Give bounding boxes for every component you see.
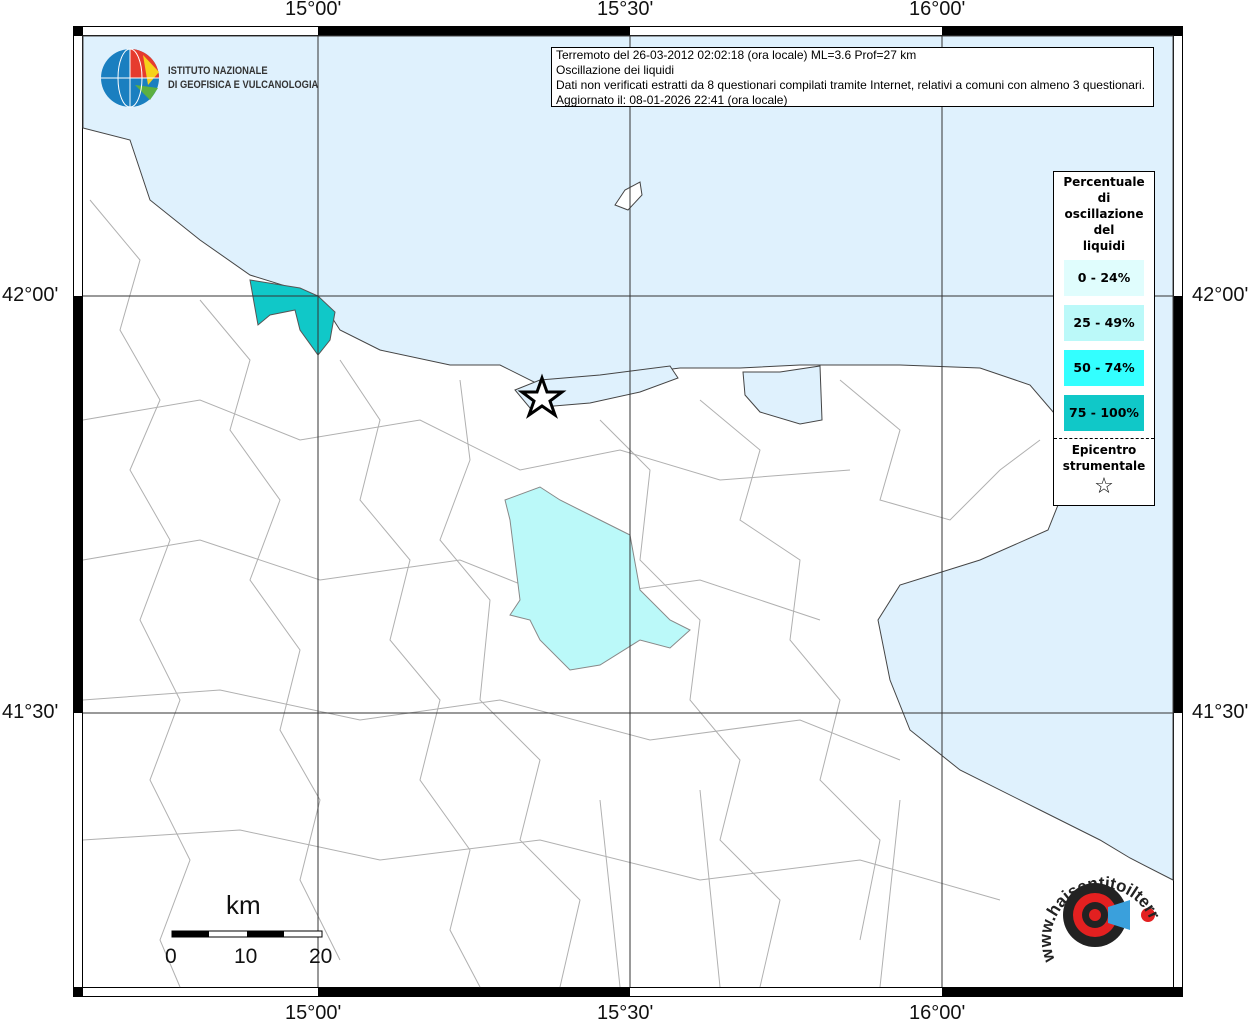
data-note: Dati non verificati estratti da 8 questi… (556, 78, 1145, 92)
lat-tick-right-42-00: 42°00' (1192, 284, 1249, 306)
lat-tick-left-41-30: 41°30' (2, 701, 59, 723)
legend-title-line: Percentuale (1063, 175, 1145, 189)
legend-title-line: del (1093, 223, 1115, 237)
legend: Percentuale di oscillazione del liquidi … (1053, 171, 1155, 506)
watermark-text-ring: www.haisentitoilterremoto.it (1030, 850, 1164, 965)
scale-unit: km (226, 890, 261, 920)
lon-tick-bottom-15-00: 15°00' (285, 1002, 342, 1024)
lon-tick-top-15-00: 15°00' (285, 0, 342, 20)
ingv-logo-icon (101, 48, 159, 108)
map-subject: Oscillazione dei liquidi (556, 63, 675, 77)
lat-tick-left-42-00: 42°00' (2, 284, 59, 306)
scale-label-0: 0 (165, 945, 177, 968)
scale-label-20: 20 (309, 945, 333, 968)
ingv-name-line2: DI GEOFISICA E VULCANOLOGIA (168, 79, 319, 91)
event-summary: Terremoto del 26-03-2012 02:02:18 (ora l… (556, 48, 917, 62)
lon-tick-bottom-15-30: 15°30' (597, 1002, 654, 1024)
updated-timestamp: Aggiornato il: 08-01-2026 22:41 (ora loc… (556, 93, 788, 107)
scale-bar (171, 930, 323, 938)
legend-epicenter: Epicentro strumentale ☆ (1054, 439, 1154, 500)
lon-tick-top-15-30: 15°30' (597, 0, 654, 20)
legend-title-line: di (1097, 191, 1111, 205)
lat-tick-right-41-30: 41°30' (1192, 701, 1249, 723)
legend-title-line: liquidi (1082, 239, 1126, 253)
legend-epicenter-line2: strumentale (1062, 459, 1146, 473)
legend-class-50-74: 50 - 74% (1064, 350, 1144, 386)
ingv-logo-text: ISTITUTO NAZIONALE DI GEOFISICA E VULCAN… (168, 64, 318, 92)
ingv-name-line1: ISTITUTO NAZIONALE (168, 65, 268, 77)
legend-title-line: oscillazione (1064, 207, 1144, 221)
legend-star-icon: ☆ (1094, 474, 1114, 499)
lon-tick-bottom-16-00: 16°00' (909, 1002, 966, 1024)
event-info-box: Terremoto del 26-03-2012 02:02:18 (ora l… (551, 47, 1154, 107)
lon-tick-top-16-00: 16°00' (909, 0, 966, 20)
scale-label-10: 10 (234, 945, 258, 968)
legend-epicenter-line1: Epicentro (1071, 443, 1137, 457)
svg-text:www.haisentitoilterremoto.it: www.haisentitoilterremoto.it (1030, 850, 1164, 965)
watermark-text: www.haisentitoilterremoto.it (1030, 850, 1164, 965)
legend-class-75-100: 75 - 100% (1064, 395, 1144, 431)
legend-title: Percentuale di oscillazione del liquidi (1054, 172, 1154, 254)
legend-class-25-49: 25 - 49% (1064, 305, 1144, 341)
legend-class-0-24: 0 - 24% (1064, 260, 1144, 296)
